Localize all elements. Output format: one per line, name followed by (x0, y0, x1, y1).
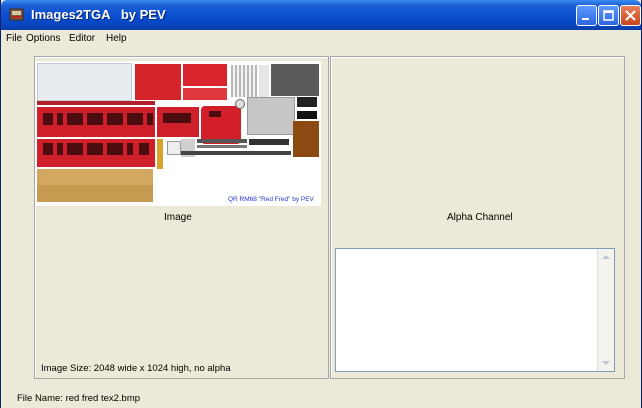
title-bar[interactable]: Images2TGA by PEV (1, 0, 641, 30)
image-caption: Image (164, 212, 192, 223)
maximize-button[interactable] (598, 5, 619, 26)
texture-image: QR RM68 "Red Fred" by PEV (35, 61, 321, 206)
menu-help[interactable]: Help (106, 33, 127, 44)
scroll-up-arrow-icon[interactable] (602, 255, 610, 259)
alpha-caption: Alpha Channel (447, 212, 513, 223)
texture-watermark: QR RM68 "Red Fred" by PEV (228, 196, 314, 203)
app-window: Images2TGA by PEV File Options Editor He… (0, 0, 642, 408)
menu-editor[interactable]: Editor (69, 33, 95, 44)
menu-options[interactable]: Options (26, 33, 60, 44)
menu-file[interactable]: File (6, 33, 22, 44)
minimize-button[interactable] (576, 5, 597, 26)
window-title: Images2TGA by PEV (31, 7, 166, 22)
image-size-status: Image Size: 2048 wide x 1024 high, no al… (41, 363, 231, 374)
menu-bar: File Options Editor Help (1, 30, 641, 48)
app-icon[interactable] (9, 7, 24, 22)
close-button[interactable] (620, 5, 641, 26)
minimize-icon (582, 18, 589, 20)
close-icon (625, 10, 636, 21)
scroll-down-arrow-icon[interactable] (602, 361, 610, 365)
alpha-textbox[interactable] (335, 248, 615, 372)
file-name-label: File Name: red fred tex2.bmp (17, 393, 141, 404)
vertical-scrollbar[interactable] (597, 249, 614, 371)
maximize-icon (603, 10, 614, 21)
